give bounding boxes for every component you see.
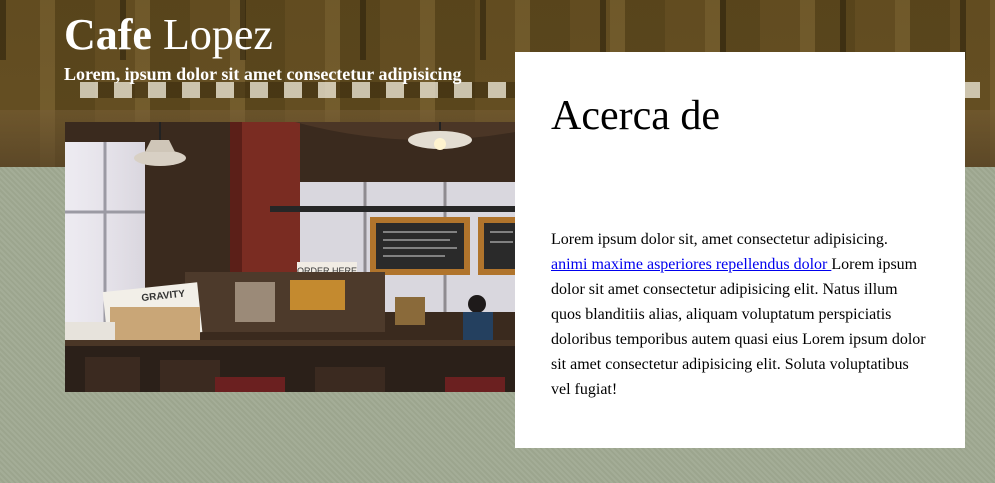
- cafe-interior-illustration: ORDER HERE GRAVITY: [65, 122, 515, 392]
- site-title-bold: Cafe: [64, 10, 152, 59]
- cafe-interior-image: ORDER HERE GRAVITY: [65, 122, 515, 392]
- about-text-end: Lorem ipsum dolor sit amet consectetur a…: [551, 256, 926, 398]
- about-inline-link[interactable]: animi maxime asperiores repellendus dolo…: [551, 256, 831, 273]
- site-title: Cafe Lopez: [64, 8, 273, 62]
- about-card: Acerca de Lorem ipsum dolor sit, amet co…: [515, 52, 965, 448]
- site-title-rest: Lopez: [151, 10, 273, 59]
- about-text-start: Lorem ipsum dolor sit, amet consectetur …: [551, 231, 888, 248]
- about-heading: Acerca de: [551, 93, 721, 139]
- site-subtitle: Lorem, ipsum dolor sit amet consectetur …: [64, 64, 462, 84]
- about-paragraph: Lorem ipsum dolor sit, amet consectetur …: [551, 227, 926, 402]
